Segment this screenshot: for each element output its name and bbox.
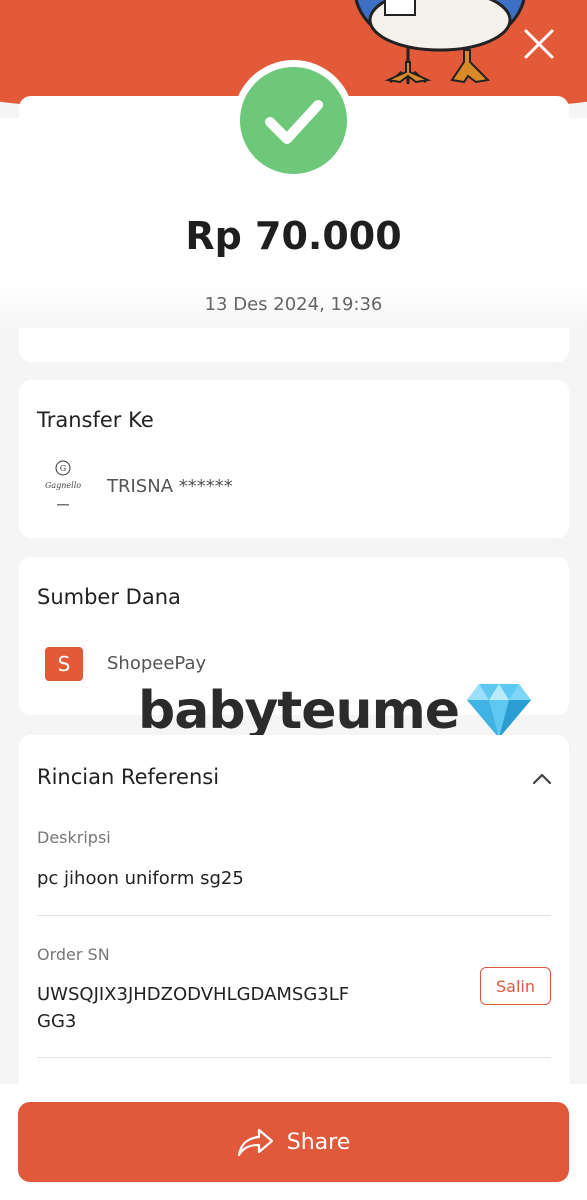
recipient-name: TRISNA ******: [107, 476, 233, 497]
reference-title: Rincian Referensi: [37, 765, 220, 789]
copy-button[interactable]: Salin: [480, 967, 551, 1005]
success-check-icon: [240, 67, 347, 174]
description-label: Deskripsi: [37, 828, 111, 847]
share-button[interactable]: Share: [18, 1102, 569, 1182]
chevron-up-icon[interactable]: [531, 771, 553, 787]
reference-card: Rincian Referensi Deskripsi pc jihoon un…: [19, 735, 569, 1115]
order-sn-label: Order SN: [37, 945, 110, 964]
svg-text:G: G: [60, 464, 66, 473]
divider: [37, 915, 551, 916]
merchant-logo-text: Gagnello: [45, 481, 82, 490]
source-title: Sumber Dana: [37, 585, 181, 609]
shopeepay-icon-letter: S: [57, 652, 71, 676]
close-icon[interactable]: [521, 26, 557, 62]
share-label: Share: [286, 1129, 351, 1155]
merchant-logo: G Gagnello: [45, 460, 85, 510]
description-value: pc jihoon uniform sg25: [37, 868, 244, 889]
divider: [37, 1057, 551, 1058]
share-icon: [237, 1128, 273, 1157]
payment-datetime: 13 Des 2024, 19:36: [204, 294, 383, 315]
shopeepay-icon: S: [45, 647, 83, 681]
payment-amount: Rp 70.000: [185, 214, 402, 258]
payment-method: ShopeePay: [107, 653, 207, 674]
order-sn-value-line2: GG3: [37, 1011, 77, 1032]
transfer-card: Transfer Ke G Gagnello TRISNA ******: [19, 380, 569, 538]
diamond-icon: [467, 684, 532, 738]
order-sn-value-line1: UWSQJIX3JHDZODVHLGDAMSG3LF: [37, 984, 350, 1005]
transfer-title: Transfer Ke: [37, 408, 154, 432]
watermark-text: babyteume: [138, 681, 460, 741]
mascot-illustration: [354, 0, 526, 84]
